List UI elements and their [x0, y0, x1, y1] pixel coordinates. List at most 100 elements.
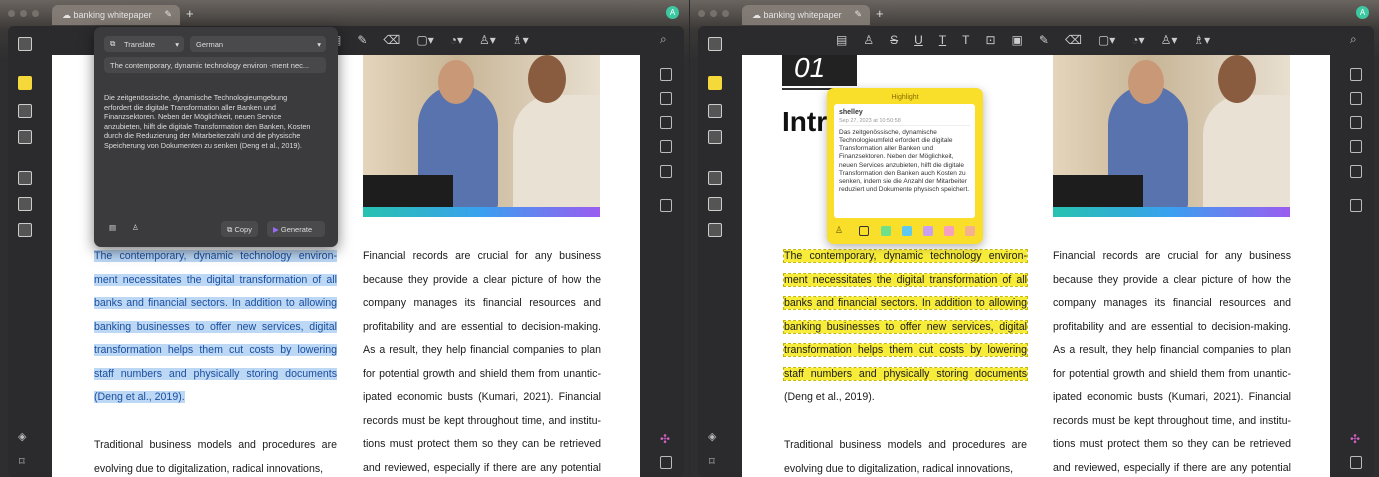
shape-icon[interactable]: ▢▾ [1098, 33, 1115, 47]
convert-icon[interactable] [660, 92, 672, 105]
sticker-icon[interactable]: ◔▾ [1131, 33, 1144, 47]
avatar[interactable]: A [666, 6, 679, 19]
ocr-tool-icon[interactable] [660, 68, 672, 81]
bookmark-icon[interactable]: ⌑ [709, 455, 715, 468]
document-photo [1053, 55, 1290, 217]
squiggly-icon[interactable]: T [939, 33, 946, 47]
form-icon[interactable] [708, 197, 722, 211]
edit-icon[interactable] [18, 104, 32, 118]
highlighter-icon[interactable]: ♙ [132, 223, 139, 232]
app-window-highlight: ☁ banking whitepaper ✎ + A ◈ ⌑ ▤ ♙ S U T T ⊡ ▣ ✎ ⌫… [690, 0, 1379, 477]
comment-icon[interactable] [708, 76, 722, 90]
tab-title: banking whitepaper [73, 10, 152, 20]
paragraph: Traditional business models and procedur… [784, 439, 1027, 475]
reader-icon[interactable] [708, 37, 722, 51]
copy-button[interactable]: ⧉ Copy [221, 221, 258, 237]
color-swatch-blue[interactable] [902, 226, 912, 236]
organize-icon[interactable] [708, 130, 722, 144]
language-select[interactable]: German ▾ [190, 36, 326, 52]
rename-icon[interactable]: ✎ [854, 9, 862, 20]
title-bar: ☁ banking whitepaper ✎ + A [690, 0, 1379, 28]
ai-mode-select[interactable]: ⧉ Translate ▾ [104, 36, 184, 52]
comment-icon[interactable] [18, 76, 32, 90]
share-icon[interactable] [1350, 140, 1362, 153]
shape-icon[interactable]: ▢▾ [416, 33, 433, 47]
color-swatch-orange[interactable] [965, 226, 975, 236]
form-icon[interactable] [18, 197, 32, 211]
color-swatch-green[interactable] [881, 226, 891, 236]
signature-icon[interactable]: ♗▾ [1193, 33, 1210, 47]
text-icon[interactable]: T [962, 33, 969, 47]
eraser-icon[interactable]: ⌫ [383, 33, 400, 47]
pages-icon[interactable] [18, 223, 32, 237]
comments-panel-icon[interactable] [660, 456, 672, 469]
protect-icon[interactable] [660, 116, 672, 129]
underline-icon[interactable]: U [914, 33, 923, 47]
avatar[interactable]: A [1356, 6, 1369, 19]
color-swatch-purple[interactable] [923, 226, 933, 236]
section-heading: Intr [782, 106, 828, 137]
comment-icon[interactable]: ▤ [109, 223, 116, 232]
signature-icon[interactable]: ♗▾ [512, 33, 529, 47]
note-text[interactable]: Das zeitgenössische, dynamische Technolo… [839, 129, 970, 194]
sticker-icon[interactable]: ◔▾ [450, 33, 463, 47]
new-tab-button[interactable]: + [186, 6, 194, 21]
bookmark-icon[interactable]: ⌑ [19, 455, 25, 468]
comments-panel-icon[interactable] [1350, 456, 1362, 469]
ocr-tool-icon[interactable] [1350, 68, 1362, 81]
share-icon[interactable] [660, 140, 672, 153]
layers-icon[interactable]: ◈ [18, 430, 26, 443]
note-title: Highlight [891, 94, 919, 101]
email-icon[interactable] [1350, 165, 1362, 178]
note-body[interactable]: shelley Sep 27, 2023 at 10:50:58 Das zei… [834, 104, 975, 218]
stamp-icon[interactable]: ♙▾ [479, 33, 496, 47]
note-icon[interactable]: ▤ [836, 33, 847, 47]
highlighted-paragraph[interactable]: The contemporary, dynamic technology env… [783, 245, 1028, 386]
layers-icon[interactable]: ◈ [708, 430, 716, 443]
paragraph: Financial records are crucial for any bu… [1053, 250, 1291, 474]
translation-output: Die zeitgenössische, dynamische Technolo… [104, 93, 311, 150]
paragraph: Financial records are crucial for any bu… [363, 250, 601, 474]
rename-icon[interactable]: ✎ [164, 9, 172, 20]
strikethrough-icon[interactable]: S [890, 33, 898, 47]
save-icon[interactable] [660, 199, 672, 212]
new-tab-button[interactable]: + [876, 6, 884, 21]
ai-assistant-icon[interactable]: ✣ [660, 432, 670, 446]
color-swatch-yellow[interactable] [859, 226, 869, 236]
window-controls[interactable] [8, 10, 39, 17]
edit-icon[interactable] [708, 104, 722, 118]
search-icon[interactable]: ⌕ [660, 32, 667, 47]
email-icon[interactable] [660, 165, 672, 178]
generate-button[interactable]: ▶ Generate [267, 221, 325, 237]
annotation-toolbar: ▤✎⌫▢▾◔▾♙▾♗▾ [330, 32, 529, 48]
translate-popup: ⧉ Translate ▾ German ▾ The contemporary, dy… [94, 27, 338, 247]
stamp-icon[interactable]: ♙▾ [1161, 33, 1178, 47]
paragraph: Traditional business models and procedur… [94, 439, 337, 475]
ai-assistant-icon[interactable]: ✣ [1350, 432, 1360, 446]
translate-icon: ⧉ [110, 39, 116, 48]
textbox-icon[interactable]: ⊡ [985, 33, 995, 47]
search-icon[interactable]: ⌕ [1350, 32, 1357, 47]
color-swatch-pink[interactable] [944, 226, 954, 236]
highlight-note-popup: Highlight shelley Sep 27, 2023 at 10:50:… [827, 88, 983, 244]
window-controls[interactable] [698, 10, 729, 17]
selected-paragraph[interactable]: The contemporary, dynamic technology env… [94, 245, 337, 410]
highlighter-icon[interactable]: ♙ [835, 225, 843, 236]
save-icon[interactable] [1350, 199, 1362, 212]
highlight-icon[interactable]: ♙ [863, 33, 874, 47]
pencil-icon[interactable]: ✎ [357, 33, 367, 47]
callout-icon[interactable]: ▣ [1012, 33, 1023, 47]
pages-icon[interactable] [708, 223, 722, 237]
convert-icon[interactable] [1350, 92, 1362, 105]
ocr-icon[interactable] [18, 171, 32, 185]
protect-icon[interactable] [1350, 116, 1362, 129]
document-tab[interactable]: ☁ banking whitepaper ✎ [52, 5, 180, 25]
annotation-toolbar: ▤ ♙ S U T T ⊡ ▣ ✎ ⌫ ▢▾ ◔▾ ♙▾ ♗▾ [836, 32, 1210, 48]
organize-icon[interactable] [18, 130, 32, 144]
ocr-icon[interactable] [708, 171, 722, 185]
reader-icon[interactable] [18, 37, 32, 51]
document-tab[interactable]: ☁ banking whitepaper ✎ [742, 5, 870, 25]
source-text-field[interactable]: The contemporary, dynamic technology env… [104, 57, 326, 73]
pencil-icon[interactable]: ✎ [1039, 33, 1049, 47]
eraser-icon[interactable]: ⌫ [1065, 33, 1082, 47]
